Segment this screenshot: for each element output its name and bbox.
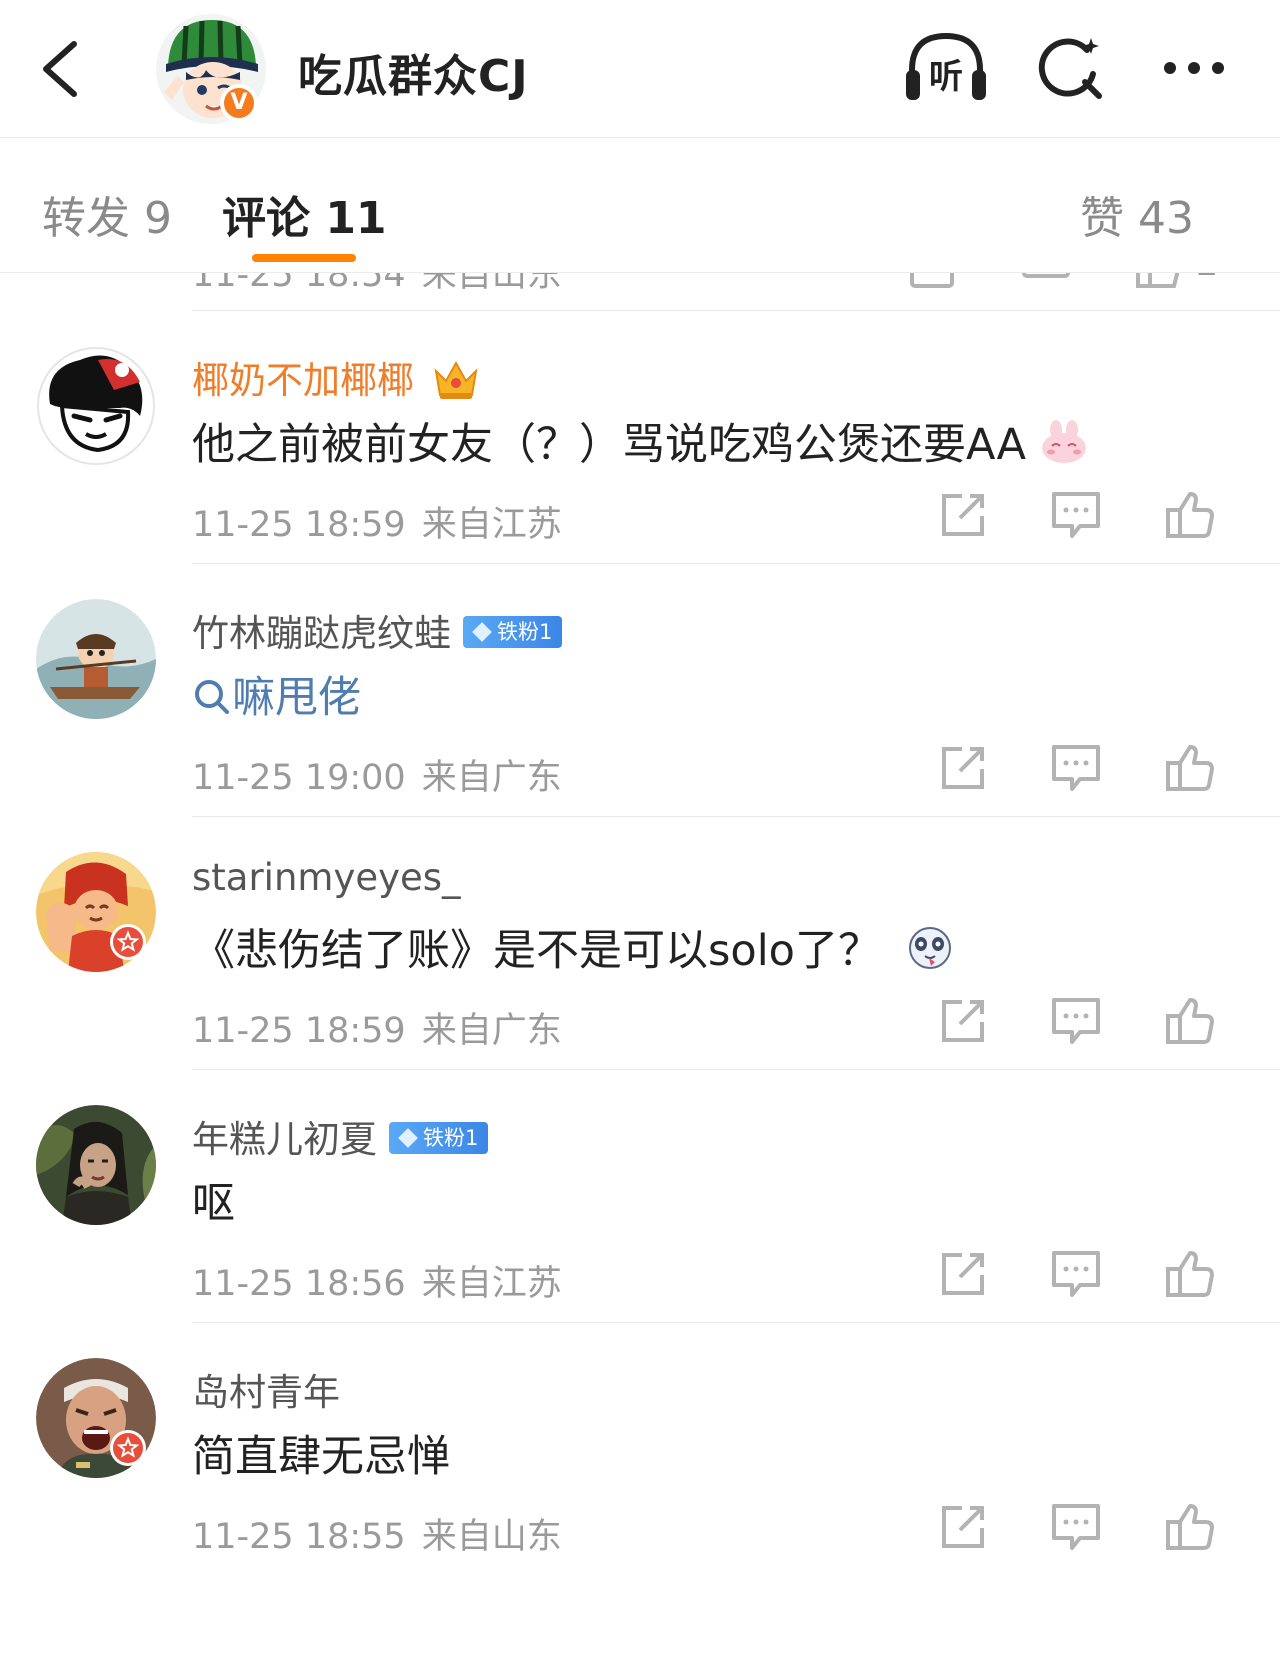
comment-location: 来自广东 [421,758,562,798]
avatar[interactable] [36,599,156,719]
like-icon[interactable] [1164,1249,1216,1299]
like-icon[interactable] [1164,996,1216,1046]
back-icon[interactable] [38,38,82,100]
divider [192,1322,1280,1323]
share-icon[interactable] [938,1502,990,1552]
comment-time: 11-25 18:55 [192,1517,406,1557]
comment-meta: 11-25 18:59 来自广东 [192,1002,562,1053]
tab-comments[interactable]: 评论 11 [222,182,387,246]
vip-crown-icon [434,360,478,399]
comment-icon[interactable] [1050,743,1102,793]
comment-icon[interactable] [1050,996,1102,1046]
fan-badge-text: 铁粉1 [423,1125,479,1150]
user-name-text: 椰奶不加椰椰 [192,359,414,402]
comment-content: 《悲伤结了账》是不是可以solo了？ [192,916,953,978]
search-icon [195,679,229,714]
comment-location: 来自广东 [421,1011,562,1051]
user-name[interactable]: 椰奶不加椰椰 [192,350,480,405]
listen-label: 听 [929,57,963,97]
tab-likes[interactable]: 赞 43 [1080,182,1194,246]
comment-meta: 11-25 19:00 来自广东 [192,749,562,800]
comment-meta: 11-25 18:56 来自江苏 [192,1255,562,1306]
tab-bar: 转发 9 评论 11 赞 43 [0,138,1280,273]
comment-actions [938,490,1238,540]
share-icon[interactable] [938,1249,990,1299]
avatar[interactable] [36,346,156,466]
fan-badge-text: 铁粉1 [497,619,553,644]
top-bar: V 吃瓜群众CJ 听 [0,0,1280,138]
comment-icon[interactable] [1050,1249,1102,1299]
comment-item: 年糕儿初夏 铁粉1 呕 11-25 18:56 来自江苏 [0,1069,1280,1335]
verified-badge-icon [110,1430,146,1466]
topic-link[interactable]: 嘛甩佬 [232,673,361,723]
bunny-emoji-icon [1041,419,1086,463]
divider [192,816,1280,817]
like-icon[interactable] [1164,490,1216,540]
share-icon[interactable] [938,996,990,1046]
comment-meta: 11-25 18:55 来自山东 [192,1508,562,1559]
comment-location: 来自江苏 [421,1264,562,1304]
fan-badge: 铁粉1 [463,615,563,648]
diamond-icon [398,1127,418,1148]
divider [192,563,1280,564]
share-icon[interactable] [938,743,990,793]
dog-emoji-icon [908,926,951,969]
comment-content: 嘛甩佬 [192,663,361,725]
refresh-icon[interactable] [1035,32,1105,102]
comment-item: starinmyeyes_ 《悲伤结了账》是不是可以solo了？ 11-25 1… [0,816,1280,1082]
fan-badge: 铁粉1 [389,1121,489,1154]
listen-icon[interactable]: 听 [904,30,988,104]
like-icon[interactable] [1164,743,1216,793]
comment-icon[interactable] [1050,490,1102,540]
comment-actions [938,743,1238,793]
comment-item: 椰奶不加椰椰 他之前被前女友（？）骂说吃鸡公煲还要AA 11-25 18:59 来… [0,310,1280,576]
user-name-text: 竹林蹦跶虎纹蛙 [192,612,451,655]
comment-location: 来自江苏 [421,505,562,545]
comment-content: 简直肆无忌惮 [192,1422,450,1484]
tab-reposts[interactable]: 转发 9 [42,182,172,246]
comment-time: 11-25 18:56 [192,1264,406,1304]
user-name-text: 年糕儿初夏 [192,1118,377,1161]
diamond-icon [472,621,492,642]
avatar[interactable] [36,1105,156,1225]
user-name[interactable]: starinmyeyes_ [192,856,461,899]
active-tab-indicator [252,254,356,262]
comment-location: 来自山东 [421,1517,562,1557]
page-title: 吃瓜群众CJ [298,51,529,102]
divider [192,1069,1280,1070]
comment-text: 呕 [192,1179,235,1229]
comment-time: 11-25 18:59 [192,505,406,545]
verified-badge-icon [110,924,146,960]
comment-text: 简直肆无忌惮 [192,1432,450,1482]
user-name[interactable]: 竹林蹦跶虎纹蛙 铁粉1 [192,603,563,657]
comment-text: 他之前被前女友（？）骂说吃鸡公煲还要AA [192,420,1027,470]
comment-actions [938,996,1238,1046]
comment-text: 《悲伤结了账》是不是可以solo了？ [192,926,881,976]
comment-time: 11-25 18:59 [192,1011,406,1051]
author-avatar[interactable]: V [156,14,266,124]
user-name[interactable]: 岛村青年 [192,1362,340,1416]
user-name-text: 岛村青年 [192,1371,340,1414]
comment-content: 他之前被前女友（？）骂说吃鸡公煲还要AA [192,410,1088,472]
user-name-text: starinmyeyes_ [192,856,461,899]
like-icon[interactable] [1164,1502,1216,1552]
comment-time: 11-25 19:00 [192,758,406,798]
comment-item: 竹林蹦跶虎纹蛙 铁粉1 嘛甩佬 11-25 19:00 来自广东 [0,563,1280,829]
comment-actions [938,1502,1238,1552]
comment-icon[interactable] [1050,1502,1102,1552]
more-icon[interactable] [1158,50,1230,86]
comment-meta: 11-25 18:59 来自江苏 [192,496,562,547]
comment-content: 呕 [192,1169,235,1231]
verified-badge-icon: V [220,84,258,122]
comment-item: 岛村青年 简直肆无忌惮 11-25 18:55 来自山东 [0,1322,1280,1588]
comment-actions [938,1249,1238,1299]
user-name[interactable]: 年糕儿初夏 铁粉1 [192,1109,489,1163]
share-icon[interactable] [938,490,990,540]
